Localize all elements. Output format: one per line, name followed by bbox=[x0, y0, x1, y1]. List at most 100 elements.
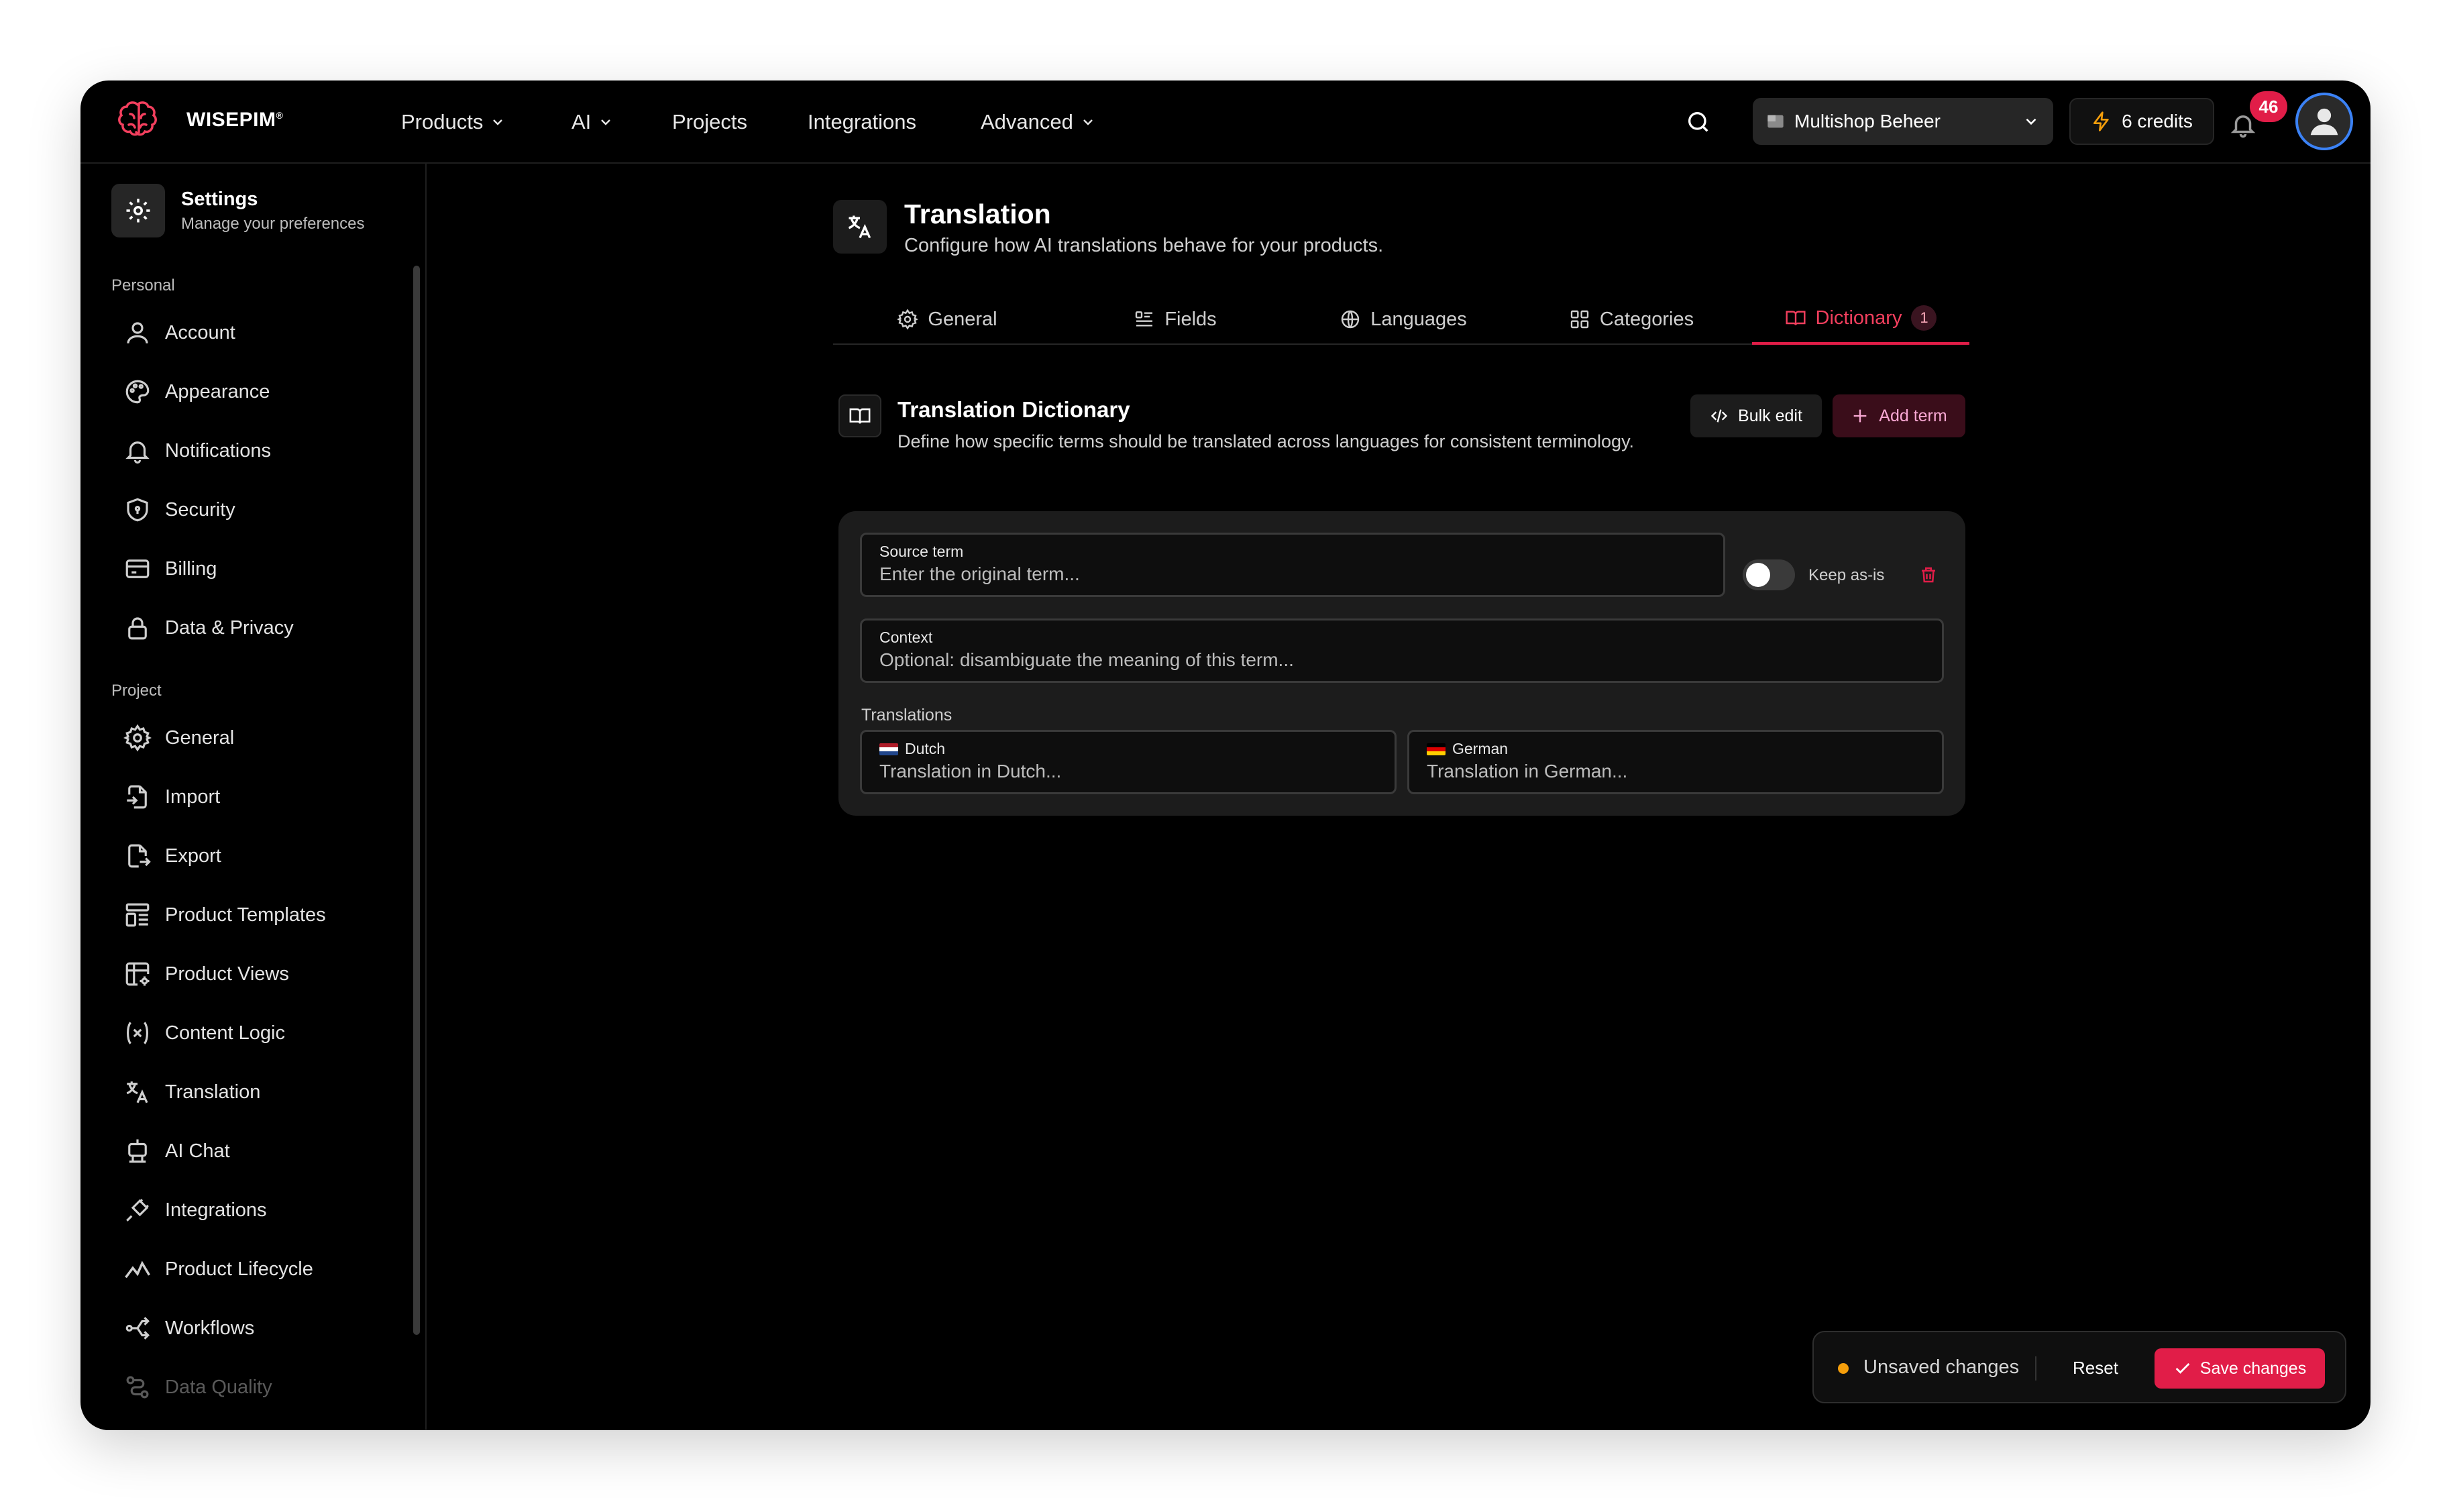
nav-projects[interactable]: Projects bbox=[672, 105, 747, 140]
tab-categories[interactable]: Categories bbox=[1517, 294, 1745, 345]
tab-label: Dictionary bbox=[1815, 307, 1902, 329]
sidebar-item-label: Data Quality bbox=[165, 1376, 272, 1398]
nav-integrations[interactable]: Integrations bbox=[808, 105, 916, 140]
workflow-icon bbox=[125, 1317, 150, 1340]
chevron-down-icon bbox=[493, 119, 503, 125]
dictionary-title: Translation Dictionary bbox=[897, 397, 1130, 422]
sidebar-item-label: Product Templates bbox=[165, 904, 326, 926]
section-label-project: Project bbox=[111, 682, 162, 700]
lock-icon bbox=[128, 617, 147, 640]
sidebar-item-label: Import bbox=[165, 786, 221, 808]
sidebar-item-label: Integrations bbox=[165, 1199, 267, 1221]
section-label-personal: Personal bbox=[111, 276, 175, 294]
nav-ai-label: AI bbox=[571, 110, 592, 133]
chart-line-icon bbox=[125, 1260, 151, 1279]
add-term-button[interactable]: Add term bbox=[1833, 394, 1965, 437]
sidebar-item-product-lifecycle[interactable]: Product Lifecycle bbox=[123, 1248, 313, 1291]
dutch-flag-icon bbox=[879, 743, 898, 755]
top-bar: WISEPIM® Products AI Projects Integratio… bbox=[80, 80, 2371, 164]
sidebar-item-content-logic[interactable]: Content Logic bbox=[123, 1012, 285, 1055]
sidebar-item-billing[interactable]: Billing bbox=[123, 547, 217, 590]
tab-label: Languages bbox=[1370, 308, 1467, 330]
sidebar-item-import[interactable]: Import bbox=[123, 775, 220, 818]
sidebar-item-label: Content Logic bbox=[165, 1022, 285, 1044]
app-window: WISEPIM® Products AI Projects Integratio… bbox=[80, 80, 2371, 1430]
user-silhouette-icon bbox=[2310, 108, 2338, 136]
chevron-down-icon bbox=[2026, 118, 2036, 125]
translation-tabs: General Fields Languages Categories Dict… bbox=[833, 294, 1969, 345]
german-flag-icon bbox=[1427, 743, 1446, 755]
settings-title: Settings bbox=[181, 188, 258, 210]
sidebar-item-product-views[interactable]: Product Views bbox=[123, 953, 289, 995]
tab-dictionary[interactable]: Dictionary 1 bbox=[1752, 294, 1969, 345]
file-export-icon bbox=[128, 844, 151, 868]
dictionary-entry-card: Source term Enter the original term... K… bbox=[838, 511, 1965, 816]
dutch-placeholder: Translation in Dutch... bbox=[879, 761, 1062, 781]
translation-field-dutch[interactable]: Dutch Translation in Dutch... bbox=[860, 730, 1397, 794]
chevron-down-icon bbox=[1083, 119, 1093, 125]
sidebar-item-label: AI Chat bbox=[165, 1140, 230, 1162]
sidebar-item-ai-chat[interactable]: AI Chat bbox=[123, 1130, 230, 1173]
translation-field-german[interactable]: German Translation in German... bbox=[1407, 730, 1944, 794]
book-icon bbox=[1785, 311, 1806, 325]
language-label: Dutch bbox=[905, 740, 946, 757]
translation-field-german-label: German bbox=[1427, 740, 1924, 758]
bell-icon bbox=[125, 441, 150, 464]
grid-icon bbox=[1570, 310, 1589, 329]
sidebar-item-account[interactable]: Account bbox=[123, 311, 235, 354]
brain-logo-icon[interactable] bbox=[114, 98, 161, 145]
tab-fields[interactable]: Fields bbox=[1061, 294, 1289, 345]
trash-icon[interactable] bbox=[1918, 565, 1939, 585]
lightning-icon bbox=[2093, 111, 2109, 131]
nav-advanced-label: Advanced bbox=[981, 110, 1073, 133]
sidebar-item-label: General bbox=[165, 726, 235, 749]
sidebar-item-label: Account bbox=[165, 321, 235, 343]
sidebar-item-integrations[interactable]: Integrations bbox=[123, 1189, 267, 1232]
tab-general[interactable]: General bbox=[833, 294, 1061, 345]
nav-products[interactable]: Products bbox=[401, 105, 506, 140]
sidebar-item-appearance[interactable]: Appearance bbox=[123, 370, 270, 413]
add-term-label: Add term bbox=[1879, 406, 1947, 425]
sidebar-item-label: Appearance bbox=[165, 380, 270, 402]
sidebar-scrollbar[interactable] bbox=[413, 266, 420, 1335]
sidebar-item-data-quality[interactable]: Data Quality bbox=[123, 1366, 272, 1409]
sidebar-item-workflows[interactable]: Workflows bbox=[123, 1307, 254, 1350]
sidebar-item-security[interactable]: Security bbox=[123, 488, 235, 531]
nav-advanced[interactable]: Advanced bbox=[981, 105, 1096, 140]
save-changes-button[interactable]: Save changes bbox=[2155, 1348, 2325, 1389]
nav-ai[interactable]: AI bbox=[571, 105, 614, 140]
dictionary-description: Define how specific terms should be tran… bbox=[897, 431, 1635, 451]
keep-as-is-toggle[interactable] bbox=[1743, 559, 1795, 590]
translation-field-dutch-label: Dutch bbox=[879, 740, 1377, 758]
shop-selector[interactable]: Multishop Beheer bbox=[1753, 98, 2053, 145]
sidebar-item-data-privacy[interactable]: Data & Privacy bbox=[123, 606, 294, 649]
source-term-label: Source term bbox=[879, 543, 964, 560]
settings-header: Settings Manage your preferences bbox=[111, 184, 365, 237]
notification-count-badge: 46 bbox=[2250, 91, 2287, 122]
user-icon bbox=[127, 322, 148, 343]
translate-icon bbox=[126, 1081, 148, 1103]
context-field[interactable]: Context Optional: disambiguate the meani… bbox=[860, 618, 1944, 683]
source-term-field[interactable]: Source term Enter the original term... bbox=[860, 533, 1725, 597]
save-changes-label: Save changes bbox=[2199, 1358, 2307, 1378]
bulk-edit-button[interactable]: Bulk edit bbox=[1690, 394, 1822, 437]
reset-button[interactable]: Reset bbox=[2073, 1358, 2118, 1379]
gear-icon bbox=[123, 724, 152, 752]
sidebar-item-export[interactable]: Export bbox=[123, 834, 221, 877]
sidebar-item-label: Security bbox=[165, 498, 235, 521]
sidebar-item-general[interactable]: General bbox=[123, 716, 234, 759]
variable-icon bbox=[126, 1022, 149, 1044]
nav-projects-label: Projects bbox=[672, 110, 747, 133]
brand-name[interactable]: WISEPIM® bbox=[186, 109, 283, 131]
plus-icon bbox=[1853, 409, 1867, 423]
page-title: Translation bbox=[904, 199, 1051, 229]
sidebar-item-translation[interactable]: Translation bbox=[123, 1071, 260, 1114]
user-avatar[interactable] bbox=[2295, 93, 2353, 150]
language-label: German bbox=[1452, 740, 1509, 757]
search-icon[interactable] bbox=[1681, 105, 1716, 140]
sidebar-item-notifications[interactable]: Notifications bbox=[123, 429, 271, 472]
sidebar-item-product-templates[interactable]: Product Templates bbox=[123, 894, 326, 936]
tab-languages[interactable]: Languages bbox=[1289, 294, 1517, 345]
sidebar-item-label: Workflows bbox=[165, 1317, 255, 1339]
credits-button[interactable]: 6 credits bbox=[2069, 98, 2214, 145]
